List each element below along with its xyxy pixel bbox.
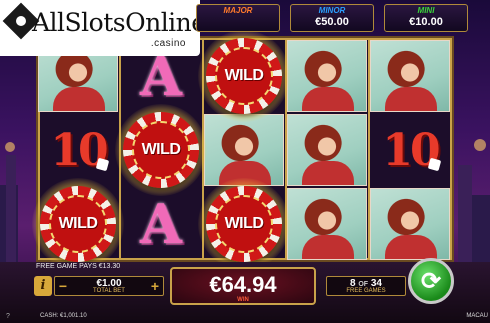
free-game-pays: FREE GAME PAYS €13.30	[36, 263, 121, 270]
info-button[interactable]: i	[34, 276, 52, 296]
symbol-detail	[302, 87, 354, 111]
free-games-of: OF	[358, 281, 369, 288]
symbol-wild: WILD	[198, 178, 290, 270]
symbol-detail	[302, 235, 354, 259]
symbol-woman	[204, 114, 284, 186]
game-name: MACAU	[466, 313, 488, 319]
symbol-ten: 10	[370, 114, 450, 186]
symbol-ten: 10	[38, 114, 118, 186]
wild-label: WILD	[224, 215, 264, 232]
free-games-counter: 8 OF 34 FREE GAMES	[326, 276, 406, 296]
wild-label: WILD	[58, 215, 98, 232]
casino-chip-icon: WILD	[206, 38, 282, 114]
jackpot-name: MINI	[417, 6, 435, 15]
symbol-woman	[370, 40, 450, 112]
cash-balance: CASH: €1,001.10	[40, 313, 87, 319]
symbol-woman	[370, 188, 450, 260]
symbol-a: A	[121, 188, 201, 260]
symbol-woman	[287, 114, 367, 186]
chip-center: WILD	[215, 47, 273, 105]
jackpot-name: MINOR	[318, 6, 346, 15]
symbol-wild: WILD	[32, 178, 124, 270]
symbol-wild: WILD	[115, 104, 207, 196]
jackpot-mini: MINI €10.00	[384, 4, 468, 32]
jackpot-minor: MINOR €50.00	[290, 4, 374, 32]
casino-chip-icon: WILD	[40, 186, 116, 262]
symbol-woman	[287, 40, 367, 112]
chip-center: WILD	[132, 121, 190, 179]
symbol-a-text: A	[140, 192, 182, 256]
win-value: €64.94	[209, 272, 277, 297]
casino-chip-icon: WILD	[206, 186, 282, 262]
increase-bet-button[interactable]: +	[149, 277, 161, 295]
help-button[interactable]: ?	[6, 313, 10, 320]
casino-chip-icon: WILD	[123, 112, 199, 188]
symbol-detail	[385, 235, 437, 259]
total-bet-label: TOTAL BET	[93, 288, 125, 294]
chip-center: WILD	[215, 195, 273, 253]
decrease-bet-button[interactable]: −	[57, 277, 69, 295]
jackpot-name: MAJOR	[223, 6, 253, 15]
bet-selector: − €1.00 TOTAL BET +	[54, 276, 164, 296]
jackpot-value: €50.00	[315, 16, 349, 28]
jackpot-bar: MAJOR MINOR €50.00 MINI €10.00	[196, 4, 468, 34]
symbol-detail	[302, 161, 354, 185]
win-label: WIN	[237, 297, 249, 303]
chip-center: WILD	[49, 195, 107, 253]
jackpot-major: MAJOR	[196, 4, 280, 32]
symbol-woman	[287, 188, 367, 260]
jackpot-value: €10.00	[409, 16, 443, 28]
logo-text: AllSlotsOnline	[32, 8, 206, 37]
wild-label: WILD	[224, 67, 264, 84]
wild-label: WILD	[141, 141, 181, 158]
symbol-detail	[385, 87, 437, 111]
free-games-label: FREE GAMES	[346, 288, 386, 294]
site-logo: AllSlotsOnline .casino	[0, 0, 206, 56]
win-display: €64.94 WIN	[170, 267, 316, 305]
symbol-wild: WILD	[198, 30, 290, 122]
spin-button[interactable]: ⟳	[408, 258, 454, 304]
logo-subtext: .casino	[150, 38, 186, 49]
symbol-detail	[53, 87, 105, 111]
refresh-icon: ⟳	[420, 267, 442, 295]
